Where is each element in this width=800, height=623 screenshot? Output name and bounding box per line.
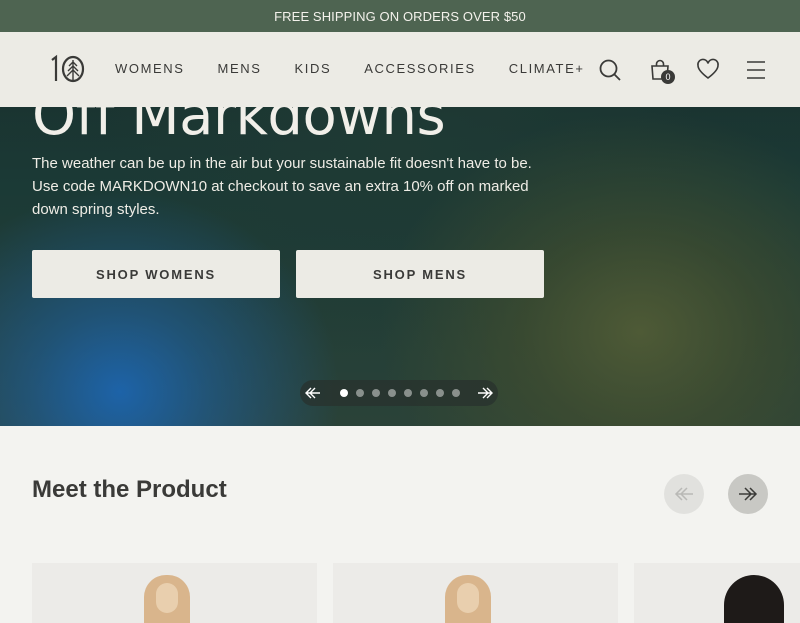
cart-count-badge: 0 bbox=[661, 70, 675, 84]
nav-kids[interactable]: KIDS bbox=[295, 61, 332, 76]
announcement-bar: FREE SHIPPING ON ORDERS OVER $50 bbox=[0, 0, 800, 32]
carousel-dot[interactable] bbox=[356, 389, 364, 397]
search-icon[interactable] bbox=[598, 58, 622, 82]
carousel-next-icon[interactable] bbox=[477, 385, 493, 401]
shop-mens-button[interactable]: SHOP MENS bbox=[296, 250, 544, 298]
carousel-prev-icon[interactable] bbox=[305, 385, 321, 401]
carousel-controls bbox=[300, 380, 498, 406]
carousel-dot[interactable] bbox=[436, 389, 444, 397]
heart-icon[interactable] bbox=[696, 58, 720, 82]
brand-logo-icon[interactable] bbox=[48, 54, 86, 84]
product-card[interactable] bbox=[333, 563, 618, 623]
hero-description: The weather can be up in the air but you… bbox=[32, 155, 532, 218]
carousel-dot[interactable] bbox=[340, 389, 348, 397]
carousel-dot[interactable] bbox=[420, 389, 428, 397]
carousel-dot[interactable] bbox=[404, 389, 412, 397]
product-image bbox=[144, 575, 190, 623]
nav-climate[interactable]: CLIMATE+ bbox=[509, 61, 585, 76]
main-nav: WOMENS MENS KIDS ACCESSORIES CLIMATE+ bbox=[115, 61, 585, 76]
menu-icon[interactable] bbox=[744, 58, 768, 82]
section-title: Meet the Product bbox=[32, 476, 227, 503]
product-image bbox=[724, 575, 784, 623]
arrow-right-icon bbox=[739, 487, 758, 501]
products-prev-button[interactable] bbox=[664, 474, 704, 514]
site-header: WOMENS MENS KIDS ACCESSORIES CLIMATE+ bbox=[0, 32, 800, 107]
carousel-dot[interactable] bbox=[388, 389, 396, 397]
nav-mens[interactable]: MENS bbox=[218, 61, 262, 76]
products-next-button[interactable] bbox=[728, 474, 768, 514]
announcement-text: FREE SHIPPING ON ORDERS OVER $50 bbox=[274, 8, 526, 24]
arrow-left-icon bbox=[674, 487, 693, 501]
nav-accessories[interactable]: ACCESSORIES bbox=[364, 61, 476, 76]
nav-womens[interactable]: WOMENS bbox=[115, 61, 185, 76]
product-image bbox=[445, 575, 491, 623]
shop-womens-button[interactable]: SHOP WOMENS bbox=[32, 250, 280, 298]
product-card[interactable] bbox=[634, 563, 800, 623]
product-card[interactable] bbox=[32, 563, 317, 623]
carousel-dot[interactable] bbox=[452, 389, 460, 397]
carousel-dot[interactable] bbox=[372, 389, 380, 397]
